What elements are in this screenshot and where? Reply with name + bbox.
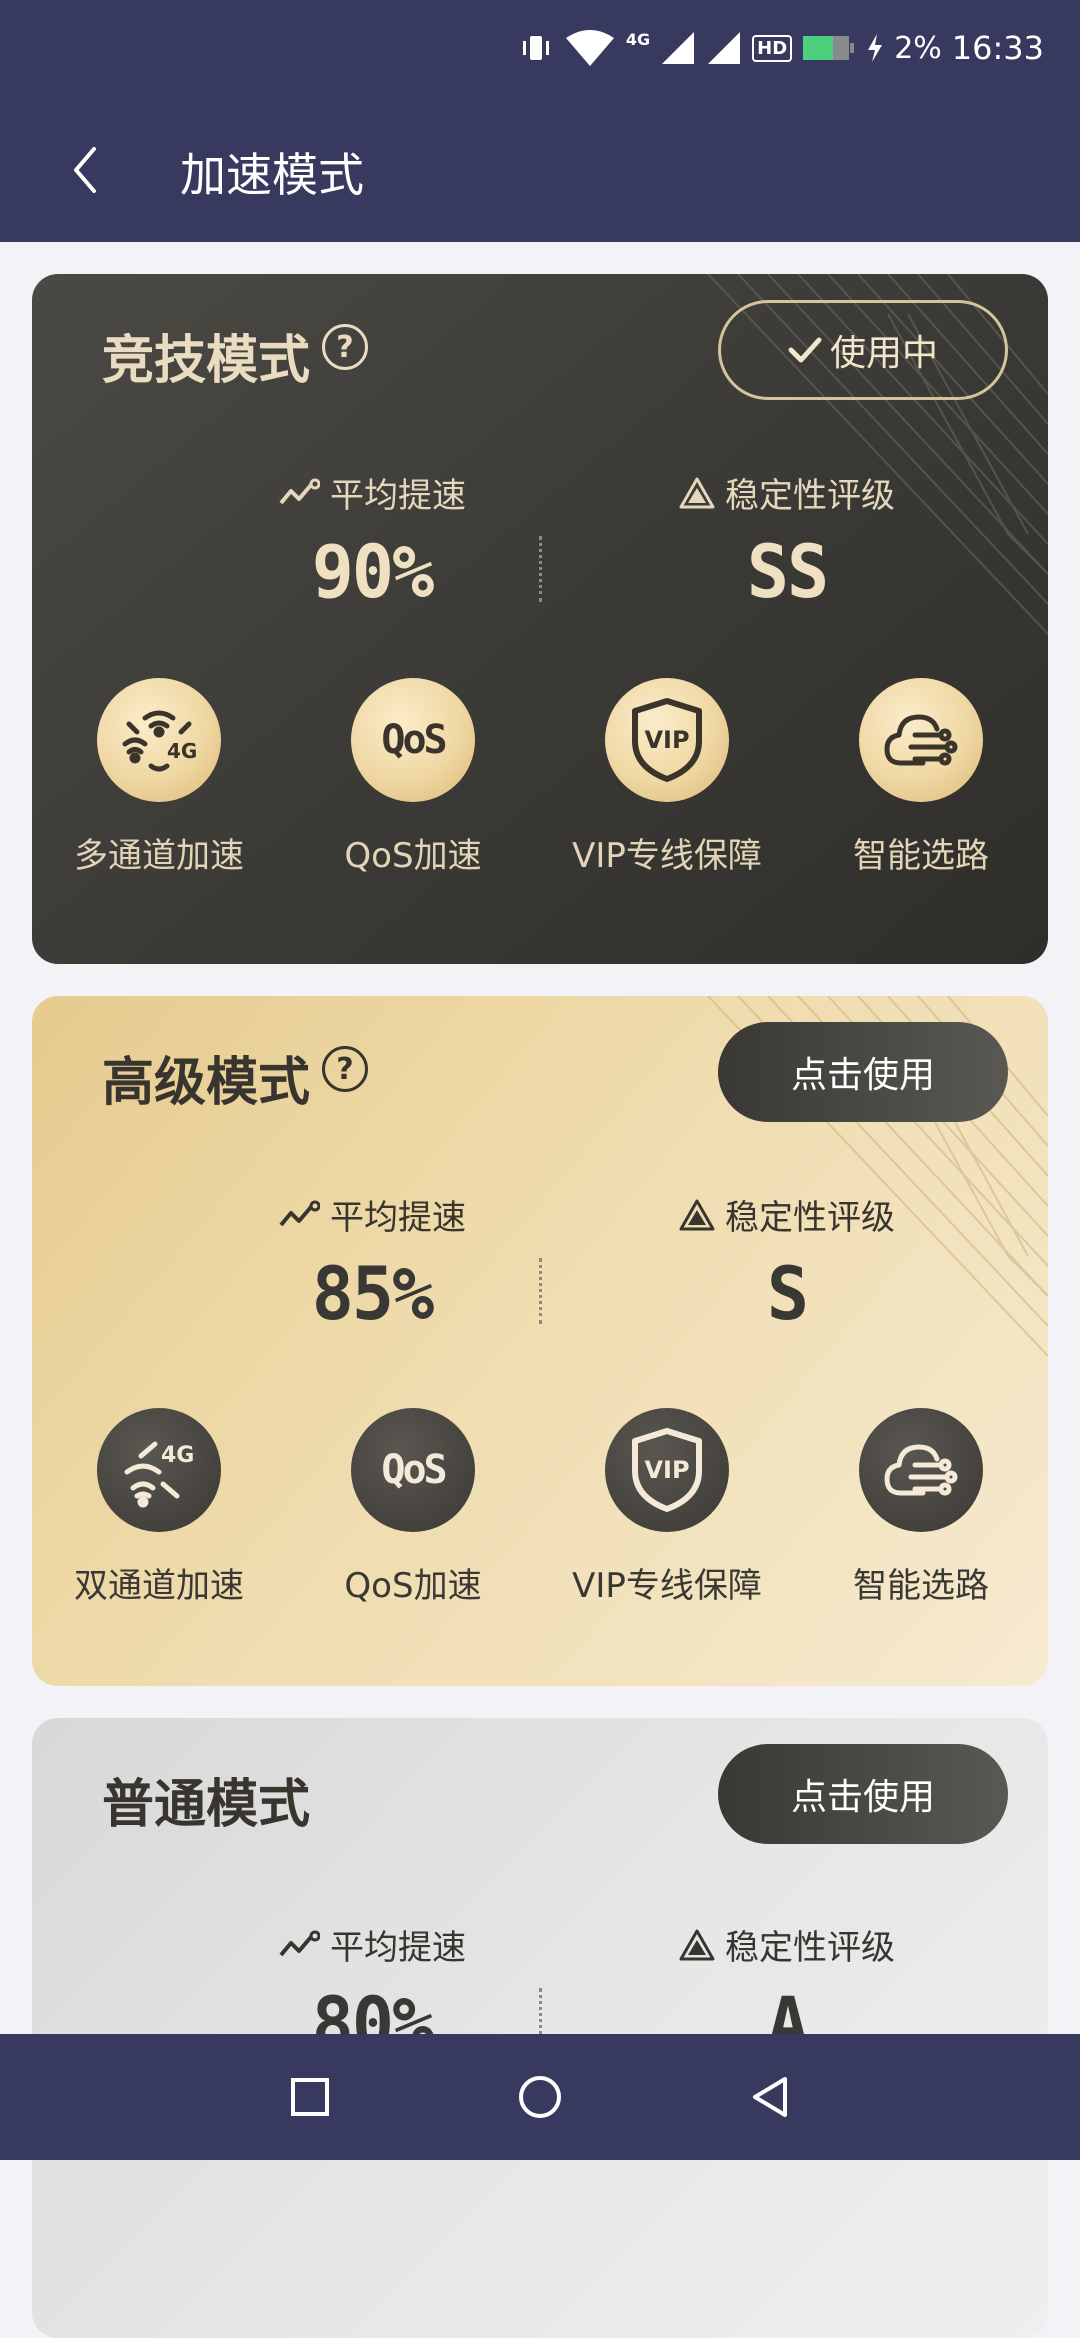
feature-label: 智能选路 — [853, 836, 989, 876]
stat-value: SS — [746, 528, 829, 616]
triangle-back-icon — [753, 2077, 787, 2117]
page-title: 加速模式 — [180, 148, 364, 202]
feature-label: VIP专线保障 — [572, 836, 762, 876]
stat-value: 85% — [311, 1250, 434, 1338]
recent-apps-button[interactable] — [275, 2062, 345, 2132]
button-label: 点击使用 — [790, 1055, 935, 1096]
system-nav-bar — [0, 2034, 1080, 2160]
use-button[interactable]: 点击使用 — [718, 1022, 1008, 1122]
svg-text:4G: 4G — [167, 739, 197, 763]
cloud-route-icon — [859, 1408, 983, 1532]
mode-card-advanced: 高级模式 ? 点击使用 平均提速 85% 稳定性评级 S 4G 双通道加速 Qo… — [32, 996, 1048, 1686]
chevron-left-icon — [74, 147, 96, 193]
button-label: 使用中 — [829, 333, 938, 374]
home-button[interactable] — [505, 2062, 575, 2132]
signal-icon-2 — [706, 30, 742, 66]
title-bar: 加速模式 — [0, 95, 1080, 242]
stat-value: S — [766, 1250, 809, 1338]
cloud-route-icon — [859, 678, 983, 802]
square-icon — [291, 2078, 329, 2116]
stat-label: 平均提速 — [330, 1198, 466, 1238]
feature-label: 多通道加速 — [74, 836, 244, 876]
trend-icon — [279, 1200, 320, 1226]
circle-icon — [519, 2076, 561, 2118]
warning-triangle-icon — [679, 1929, 715, 1960]
stat-label: 平均提速 — [330, 1928, 466, 1968]
stat-label: 稳定性评级 — [725, 476, 895, 516]
back-nav-button[interactable] — [735, 2062, 805, 2132]
mode-card-normal: 普通模式 点击使用 平均提速 80% 稳定性评级 A — [32, 1718, 1048, 2338]
feature-item: 4G 双通道加速 — [32, 1408, 286, 1607]
feature-label: QoS加速 — [344, 836, 482, 876]
help-icon[interactable]: ? — [322, 1046, 368, 1092]
trend-icon — [279, 1930, 320, 1956]
clock: 16:33 — [951, 29, 1044, 67]
mode-card-competitive: 竞技模式 ? 使用中 平均提速 90% 稳定性评级 SS 4G 多通道加速 Qo… — [32, 274, 1048, 964]
feature-item: 4G 多通道加速 — [32, 678, 286, 877]
check-icon — [788, 337, 822, 363]
feature-label: VIP专线保障 — [572, 1566, 762, 1606]
vip-shield-icon: VIP — [605, 678, 729, 802]
warning-triangle-icon — [679, 1199, 715, 1230]
feature-item: VIP VIP专线保障 — [540, 1408, 794, 1607]
svg-text:4G: 4G — [161, 1443, 194, 1468]
multi-channel-icon: 4G — [97, 678, 221, 802]
stat-stability-rating: 稳定性评级 S — [617, 1190, 957, 1338]
mode-title: 普通模式 — [102, 1775, 311, 1835]
qos-icon: QoS — [351, 678, 475, 802]
help-icon[interactable]: ? — [322, 324, 368, 370]
status-bar: 4G HD 2% 16:33 — [0, 0, 1080, 95]
in-use-button[interactable]: 使用中 — [718, 300, 1008, 400]
qos-icon: QoS — [351, 1408, 475, 1532]
stat-average-speedup: 平均提速 90% — [202, 468, 542, 616]
button-label: 点击使用 — [790, 1777, 935, 1818]
vibrate-icon — [518, 30, 554, 66]
hd-badge: HD — [752, 34, 793, 62]
feature-item: 智能选路 — [794, 678, 1048, 877]
battery-percent: 2% — [894, 30, 942, 66]
use-button[interactable]: 点击使用 — [718, 1744, 1008, 1844]
wifi-icon — [564, 28, 616, 68]
network-4g-badge: 4G — [625, 29, 651, 49]
mode-title: 高级模式 — [102, 1053, 311, 1113]
mode-title: 竞技模式 — [102, 331, 311, 391]
stat-divider — [539, 1258, 542, 1324]
feature-list: 4G 多通道加速 QoS QoS加速 VIP VIP专线保障 智能选路 — [32, 678, 1048, 877]
warning-triangle-icon — [679, 477, 715, 508]
feature-label: QoS加速 — [344, 1566, 482, 1606]
trend-icon — [279, 478, 320, 504]
back-button[interactable] — [50, 135, 120, 205]
feature-label: 双通道加速 — [74, 1566, 244, 1606]
feature-item: QoS QoS加速 — [286, 678, 540, 877]
stat-stability-rating: 稳定性评级 SS — [617, 468, 957, 616]
feature-item: QoS QoS加速 — [286, 1408, 540, 1607]
feature-list: 4G 双通道加速 QoS QoS加速 VIP VIP专线保障 智能选路 — [32, 1408, 1048, 1607]
vip-shield-icon: VIP — [605, 1408, 729, 1532]
stat-label: 稳定性评级 — [725, 1928, 895, 1968]
battery-icon — [802, 33, 856, 63]
stat-average-speedup: 平均提速 85% — [202, 1190, 542, 1338]
status-icons: 4G HD 2% 16:33 — [518, 22, 1044, 74]
signal-icon-1 — [660, 30, 696, 66]
stat-label: 平均提速 — [330, 476, 466, 516]
dual-channel-icon: 4G — [97, 1408, 221, 1532]
stat-value: 90% — [311, 528, 434, 616]
charging-bolt-icon — [866, 33, 884, 63]
feature-item: 智能选路 — [794, 1408, 1048, 1607]
feature-item: VIP VIP专线保障 — [540, 678, 794, 877]
feature-label: 智能选路 — [853, 1566, 989, 1606]
stat-divider — [539, 536, 542, 602]
stat-label: 稳定性评级 — [725, 1198, 895, 1238]
